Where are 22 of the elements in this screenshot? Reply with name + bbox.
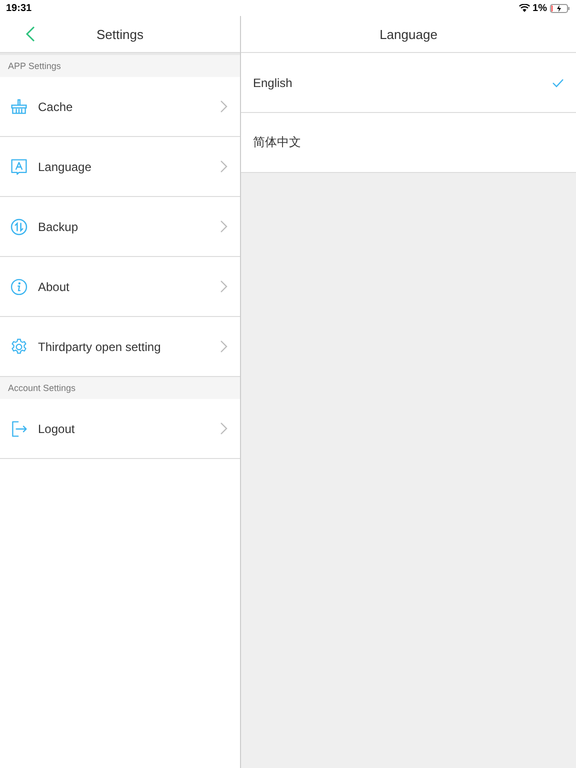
- language-icon: [10, 158, 28, 176]
- section-header: Account Settings: [0, 377, 240, 399]
- battery-percentage: 1%: [532, 2, 547, 14]
- language-option[interactable]: 简体中文: [241, 113, 576, 173]
- basket-icon: [10, 98, 28, 116]
- nav-title: Settings: [96, 26, 144, 42]
- wifi-icon: [518, 4, 530, 12]
- logout-icon: [10, 420, 28, 438]
- chevron-icon: [220, 160, 228, 173]
- chevron-icon: [220, 340, 228, 353]
- settings-icon: [10, 338, 28, 356]
- status-time: 19:31: [6, 2, 32, 14]
- section-header: APP Settings: [0, 53, 240, 77]
- nav-title: Language: [380, 26, 438, 42]
- info-icon: [10, 278, 28, 296]
- sync-icon: [10, 218, 28, 236]
- chevron-icon: [220, 280, 228, 293]
- chevron-icon: [220, 100, 228, 113]
- language-option[interactable]: English: [241, 53, 576, 113]
- chevron-icon: [220, 422, 228, 435]
- battery-charging-icon: [550, 4, 570, 12]
- chevron-icon: [220, 220, 228, 233]
